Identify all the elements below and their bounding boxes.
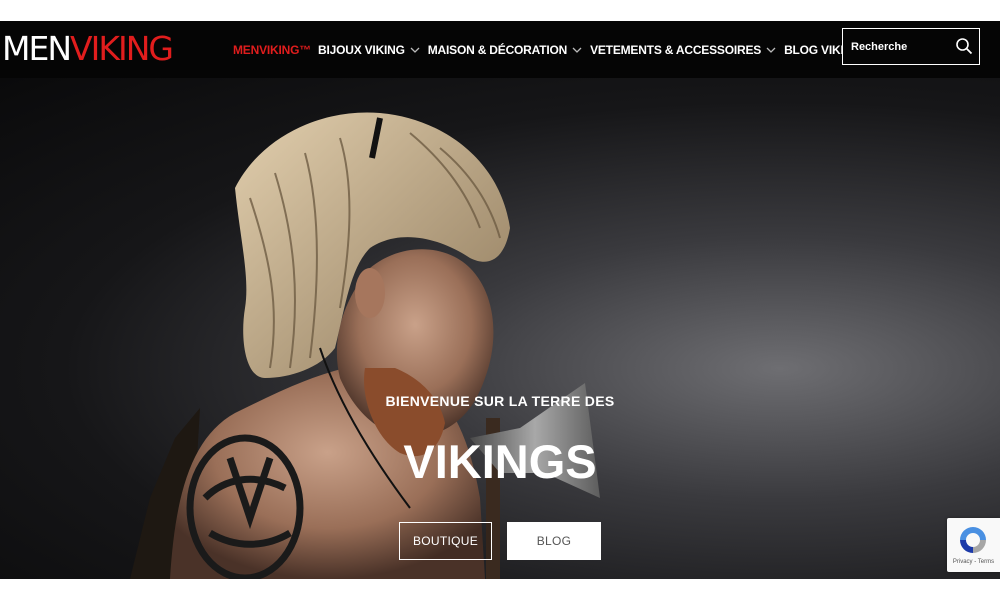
chevron-down-icon <box>766 47 776 53</box>
search-icon[interactable] <box>955 37 973 55</box>
logo-part-men: MEN <box>2 29 72 68</box>
chevron-down-icon <box>410 47 420 53</box>
hero-banner: BIENVENUE SUR LA TERRE DES VIKINGS BOUTI… <box>0 78 1000 579</box>
header-navbar: MENVIKING MENVIKING™ BIJOUX VIKING MAISO… <box>0 21 1000 78</box>
logo-part-viking: VIKING <box>70 29 174 68</box>
hero-subtitle: BIENVENUE SUR LA TERRE DES <box>385 393 615 409</box>
recaptcha-links[interactable]: Privacy - Terms <box>947 559 1000 565</box>
nav-item-label: MENVIKING™ <box>233 42 312 57</box>
nav-item-menviking[interactable]: MENVIKING™ <box>233 43 311 57</box>
hero-title: VIKINGS <box>403 435 597 488</box>
viking-warrior-image <box>130 112 600 579</box>
search-box <box>842 28 980 65</box>
nav-item-bijoux-viking[interactable]: BIJOUX VIKING <box>318 43 421 57</box>
recaptcha-icon <box>960 527 986 553</box>
recaptcha-badge[interactable]: Privacy - Terms <box>947 518 1000 572</box>
nav-item-label: BIJOUX VIKING <box>318 42 405 57</box>
nav-item-maison-decoration[interactable]: MAISON & DÉCORATION <box>428 43 583 57</box>
nav-item-vetements-accessoires[interactable]: VETEMENTS & ACCESSOIRES <box>590 43 777 57</box>
main-nav: MENVIKING™ BIJOUX VIKING MAISON & DÉCORA… <box>233 21 876 78</box>
search-input[interactable] <box>843 29 951 64</box>
boutique-button[interactable]: BOUTIQUE <box>399 522 492 560</box>
blog-button[interactable]: BLOG <box>507 522 601 560</box>
nav-item-label: MAISON & DÉCORATION <box>427 42 568 57</box>
nav-item-label: VETEMENTS & ACCESSOIRES <box>590 42 762 57</box>
chevron-down-icon <box>572 47 582 53</box>
site-logo[interactable]: MENVIKING <box>2 29 174 69</box>
